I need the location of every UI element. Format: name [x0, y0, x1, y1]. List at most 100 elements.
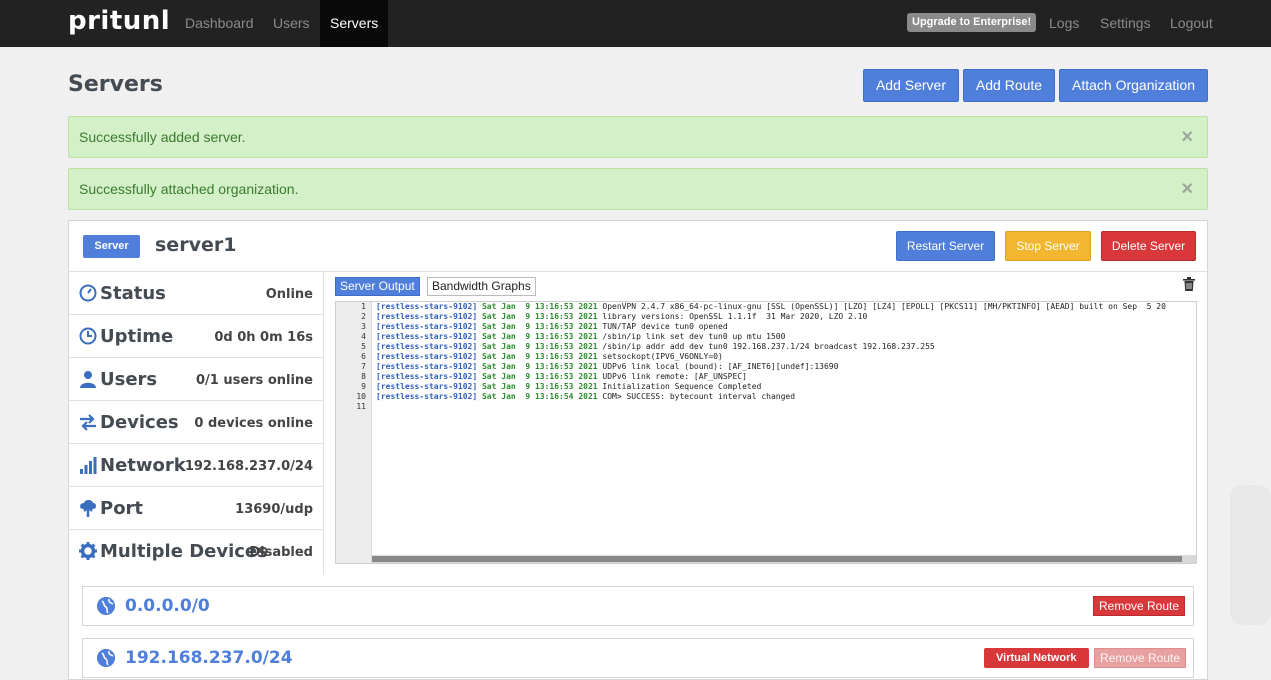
line-number: 7 — [361, 362, 366, 371]
close-icon[interactable]: × — [1181, 169, 1193, 209]
log-tag: [restless-stars-9102] — [376, 362, 478, 371]
log-line: [restless-stars-9102] Sat Jan 9 13:16:53… — [376, 342, 1166, 352]
alert-message: Successfully added server. — [79, 129, 246, 145]
info-label: Users — [100, 369, 158, 390]
log-line: [restless-stars-9102] Sat Jan 9 13:16:53… — [376, 332, 1166, 342]
log-line: [restless-stars-9102] Sat Jan 9 13:16:53… — [376, 302, 1166, 312]
line-number: 11 — [356, 402, 366, 411]
info-row-status: Status Online — [69, 272, 323, 315]
log-line: [restless-stars-9102] Sat Jan 9 13:16:53… — [376, 372, 1166, 382]
alert-message: Successfully attached organization. — [79, 181, 299, 197]
log-tag: [restless-stars-9102] — [376, 332, 478, 341]
upgrade-enterprise-button[interactable]: Upgrade to Enterprise! — [907, 13, 1037, 32]
log-message: UDPv6 link local (bound): [AF_INET6][und… — [602, 362, 839, 371]
server-name[interactable]: server1 — [155, 234, 236, 256]
nav-settings[interactable]: Settings — [1090, 0, 1161, 47]
add-route-button[interactable]: Add Route — [963, 69, 1055, 102]
scrollbar-thumb[interactable] — [372, 556, 1182, 562]
status-icon — [79, 284, 97, 302]
log-tag: [restless-stars-9102] — [376, 312, 478, 321]
log-line: [restless-stars-9102] Sat Jan 9 13:16:53… — [376, 382, 1166, 392]
log-tag: [restless-stars-9102] — [376, 352, 478, 361]
log-message: UDPv6 link remote: [AF_UNSPEC] — [602, 372, 747, 381]
log-message: TUN/TAP device tun0 opened — [602, 322, 728, 331]
info-value: 0d 0h 0m 16s — [214, 330, 313, 345]
top-navbar: pritunl Dashboard Users Servers Upgrade … — [0, 0, 1271, 47]
trash-icon[interactable] — [1183, 277, 1195, 291]
delete-server-button[interactable]: Delete Server — [1101, 231, 1196, 261]
log-date: Sat Jan 9 13:16:53 2021 — [481, 332, 598, 341]
nav-logs[interactable]: Logs — [1039, 0, 1089, 47]
log-date: Sat Jan 9 13:16:53 2021 — [481, 312, 598, 321]
line-number: 10 — [356, 392, 366, 401]
close-icon[interactable]: × — [1181, 117, 1193, 157]
add-server-button[interactable]: Add Server — [863, 69, 959, 102]
line-number: 5 — [361, 342, 366, 351]
route-name[interactable]: 0.0.0.0/0 — [125, 596, 210, 616]
log-message: /sbin/ip link set dev tun0 up mtu 1500 — [602, 332, 786, 341]
info-label: Uptime — [100, 326, 174, 347]
nav-servers[interactable]: Servers — [320, 0, 388, 47]
transfer-icon — [80, 414, 96, 431]
info-row-devices: Devices 0 devices online — [69, 401, 323, 444]
log-date: Sat Jan 9 13:16:53 2021 — [481, 342, 598, 351]
log-tag: [restless-stars-9102] — [376, 372, 478, 381]
nav-dashboard[interactable]: Dashboard — [175, 0, 264, 47]
info-label: Multiple Devices — [100, 541, 268, 562]
attach-organization-button[interactable]: Attach Organization — [1059, 69, 1208, 102]
log-line: [restless-stars-9102] Sat Jan 9 13:16:53… — [376, 322, 1166, 332]
alert-success: Successfully attached organization. × — [68, 168, 1208, 210]
info-row-port: Port 13690/udp — [69, 487, 323, 530]
info-label: Network — [100, 455, 186, 476]
log-date: Sat Jan 9 13:16:53 2021 — [481, 362, 598, 371]
log-line: [restless-stars-9102] Sat Jan 9 13:16:53… — [376, 362, 1166, 372]
info-label: Devices — [100, 412, 179, 433]
log-lines: [restless-stars-9102] Sat Jan 9 13:16:53… — [376, 302, 1166, 402]
virtual-network-badge: Virtual Network — [984, 648, 1089, 668]
log-date: Sat Jan 9 13:16:53 2021 — [481, 322, 598, 331]
info-label: Port — [100, 498, 144, 519]
clock-icon — [79, 327, 97, 345]
signal-icon — [80, 457, 97, 474]
server-info-list: Status Online Uptime 0d 0h 0m 16s Users … — [69, 272, 324, 574]
remove-route-button[interactable]: Remove Route — [1093, 596, 1186, 616]
log-message: Initialization Sequence Completed — [602, 382, 762, 391]
line-number: 6 — [361, 352, 366, 361]
log-line: [restless-stars-9102] Sat Jan 9 13:16:53… — [376, 312, 1166, 322]
info-value: Disabled — [249, 545, 313, 560]
restart-server-button[interactable]: Restart Server — [896, 231, 995, 261]
route-name[interactable]: 192.168.237.0/24 — [125, 648, 293, 668]
nav-logout[interactable]: Logout — [1160, 0, 1223, 47]
alert-success: Successfully added server. × — [68, 116, 1208, 158]
line-number-gutter: 1 2 3 4 5 6 7 8 9 10 11 — [336, 302, 372, 563]
remove-route-button: Remove Route — [1094, 648, 1187, 668]
log-date: Sat Jan 9 13:16:53 2021 — [481, 382, 598, 391]
server-output-log[interactable]: 1 2 3 4 5 6 7 8 9 10 11 [restless-stars-9102] Sat … — [335, 301, 1197, 564]
tab-server-output[interactable]: Server Output — [335, 277, 420, 296]
user-icon — [80, 371, 96, 388]
info-value: Online — [265, 287, 313, 302]
log-tag: [restless-stars-9102] — [376, 302, 478, 311]
info-row-multiple-devices: Multiple Devices Disabled — [69, 530, 323, 573]
scroll-overlay — [1230, 485, 1271, 625]
log-message: /sbin/ip addr add dev tun0 192.168.237.1… — [602, 342, 935, 351]
log-tag: [restless-stars-9102] — [376, 342, 478, 351]
route-item: 0.0.0.0/0 Remove Route — [82, 586, 1194, 626]
stop-server-button[interactable]: Stop Server — [1005, 231, 1091, 261]
line-number: 2 — [361, 312, 366, 321]
tab-bandwidth-graphs[interactable]: Bandwidth Graphs — [427, 277, 536, 296]
info-row-users: Users 0/1 users online — [69, 358, 323, 401]
info-value: 0/1 users online — [195, 373, 313, 388]
info-value: 13690/udp — [235, 502, 313, 517]
nav-users[interactable]: Users — [263, 0, 320, 47]
log-date: Sat Jan 9 13:16:54 2021 — [481, 392, 598, 401]
info-row-uptime: Uptime 0d 0h 0m 16s — [69, 315, 323, 358]
line-number: 9 — [361, 382, 366, 391]
log-message: setsockopt(IPV6_V6ONLY=0) — [602, 352, 723, 361]
line-number: 8 — [361, 372, 366, 381]
log-message: OpenVPN 2.4.7 x86_64-pc-linux-gnu [SSL (… — [602, 302, 1166, 311]
log-line: [restless-stars-9102] Sat Jan 9 13:16:54… — [376, 392, 1166, 402]
brand-logo[interactable]: pritunl — [68, 6, 170, 36]
horizontal-scrollbar[interactable] — [372, 555, 1196, 563]
log-date: Sat Jan 9 13:16:53 2021 — [481, 372, 598, 381]
